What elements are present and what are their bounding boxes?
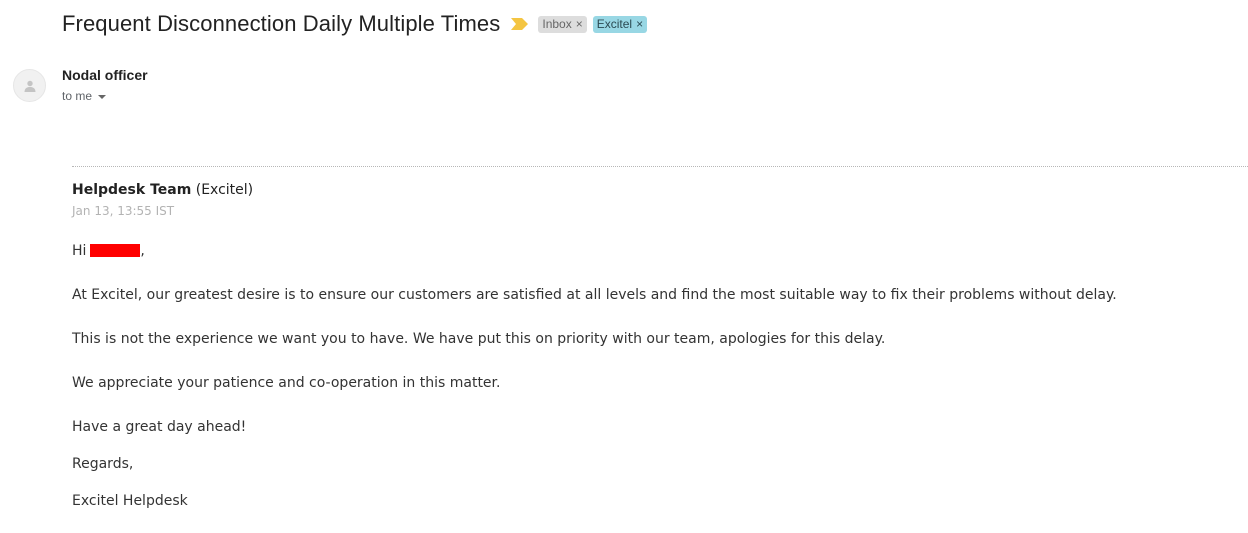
remove-label-icon[interactable]: × bbox=[636, 18, 643, 30]
body-paragraph: This is not the experience we want you t… bbox=[72, 331, 886, 347]
quoted-divider bbox=[72, 166, 1248, 167]
label-chip-excitel[interactable]: Excitel × bbox=[592, 15, 648, 33]
person-icon bbox=[24, 80, 35, 92]
label-chip-text: Inbox bbox=[542, 17, 572, 31]
body-paragraph: Have a great day ahead! bbox=[72, 419, 247, 435]
remove-label-icon[interactable]: × bbox=[576, 18, 583, 30]
label-chip-inbox[interactable]: Inbox × bbox=[538, 15, 587, 33]
greeting-line: Hi, bbox=[72, 242, 145, 260]
signature: Excitel Helpdesk bbox=[72, 493, 188, 509]
body-paragraph: Regards, bbox=[72, 456, 134, 472]
importance-marker-icon[interactable] bbox=[511, 18, 529, 30]
label-chip-text: Excitel bbox=[596, 17, 633, 31]
agent-name: Helpdesk Team bbox=[72, 182, 192, 198]
agent-line: Helpdesk Team (Excitel) bbox=[72, 180, 1212, 200]
greeting-suffix: , bbox=[140, 243, 145, 259]
chevron-down-icon[interactable] bbox=[98, 94, 107, 99]
greeting-text: Hi bbox=[72, 243, 87, 259]
body-paragraph: We appreciate your patience and co-opera… bbox=[72, 375, 501, 391]
body-paragraph: At Excitel, our greatest desire is to en… bbox=[72, 287, 1117, 303]
recipient-line: to me bbox=[62, 89, 107, 103]
email-subject: Frequent Disconnection Daily Multiple Ti… bbox=[62, 11, 501, 36]
avatar[interactable] bbox=[13, 69, 46, 102]
redacted-name-block bbox=[90, 244, 141, 257]
agent-org: (Excitel) bbox=[195, 182, 254, 198]
sender-name[interactable]: Nodal officer bbox=[62, 67, 148, 83]
subject-row: Frequent Disconnection Daily Multiple Ti… bbox=[62, 9, 653, 39]
message-timestamp: Jan 13, 13:55 IST bbox=[72, 204, 175, 218]
recipient-text: to me bbox=[62, 89, 93, 103]
message-body: Helpdesk Team (Excitel) Jan 13, 13:55 IS… bbox=[72, 180, 1212, 509]
